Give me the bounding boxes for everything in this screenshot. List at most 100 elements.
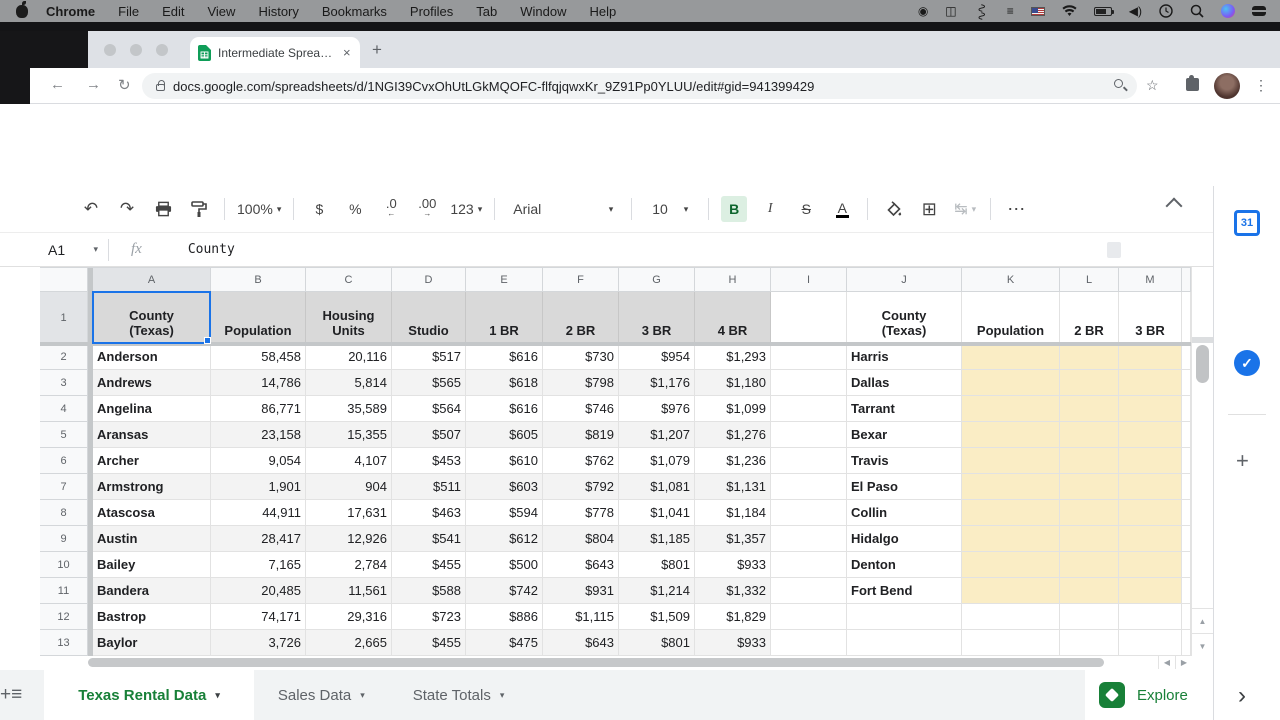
row-header-9[interactable]: 9 [40,526,88,552]
column-header-B[interactable]: B [211,268,306,292]
print-button[interactable] [150,196,176,222]
cell-J8[interactable]: Collin [847,500,962,526]
column-header-L[interactable]: L [1060,268,1119,292]
cell-G5[interactable]: $1,207 [619,422,695,448]
cell-K5[interactable] [962,422,1060,448]
cell-A9[interactable]: Austin [93,526,211,552]
window-close-button[interactable] [104,44,116,56]
column-header-J[interactable]: J [847,268,962,292]
menubar-item-help[interactable]: Help [590,4,617,19]
cell-G8[interactable]: $1,041 [619,500,695,526]
cell-K10[interactable] [962,552,1060,578]
cell-L9[interactable] [1060,526,1119,552]
cell-E4[interactable]: $616 [466,396,543,422]
spotlight-icon[interactable] [1190,4,1204,18]
cell-D7[interactable]: $511 [392,474,466,500]
cell-C12[interactable]: 29,316 [306,604,392,630]
explore-button[interactable]: Explore [1085,670,1213,720]
window-zoom-button[interactable] [156,44,168,56]
cell-L8[interactable] [1060,500,1119,526]
cell-C8[interactable]: 17,631 [306,500,392,526]
cell-L3[interactable] [1060,370,1119,396]
cell-K7[interactable] [962,474,1060,500]
menubar-item-bookmarks[interactable]: Bookmarks [322,4,387,19]
column-header-C[interactable]: C [306,268,392,292]
cell-B1[interactable]: Population [211,292,306,344]
menubar-item-view[interactable]: View [207,4,235,19]
row-header-7[interactable]: 7 [40,474,88,500]
paint-format-button[interactable] [186,196,212,222]
cell-C10[interactable]: 2,784 [306,552,392,578]
cell-D4[interactable]: $564 [392,396,466,422]
cell-K13[interactable] [962,630,1060,656]
cell-J3[interactable]: Dallas [847,370,962,396]
cell-K3[interactable] [962,370,1060,396]
zoom-page-icon[interactable] [1114,79,1123,88]
cell-B10[interactable]: 7,165 [211,552,306,578]
cell-B9[interactable]: 28,417 [211,526,306,552]
cell-F2[interactable]: $730 [543,344,619,370]
scroll-up-button[interactable]: ▲ [1192,608,1213,633]
cell-G6[interactable]: $1,079 [619,448,695,474]
cell-B11[interactable]: 20,485 [211,578,306,604]
menubar-item-window[interactable]: Window [520,4,566,19]
volume-icon[interactable]: ◀) [1129,5,1142,17]
cell-E8[interactable]: $594 [466,500,543,526]
cell-K9[interactable] [962,526,1060,552]
column-header-F[interactable]: F [543,268,619,292]
display-icon[interactable]: ◫ [945,5,956,17]
cell-A3[interactable]: Andrews [93,370,211,396]
cell-J12[interactable] [847,604,962,630]
cell-H6[interactable]: $1,236 [695,448,771,474]
cell-A13[interactable]: Baylor [93,630,211,656]
cell-F13[interactable]: $643 [543,630,619,656]
cell-A11[interactable]: Bandera [93,578,211,604]
scroll-right-button[interactable]: ▶ [1175,656,1192,669]
cell-G2[interactable]: $954 [619,344,695,370]
number-format-button[interactable]: 123▾ [450,196,482,222]
cell-M9[interactable] [1119,526,1182,552]
cell-B3[interactable]: 14,786 [211,370,306,396]
column-header-A[interactable]: A [93,268,211,292]
redo-button[interactable]: ↷ [114,196,140,222]
increase-decimals-button[interactable]: .00→ [414,196,440,222]
cell-J11[interactable]: Fort Bend [847,578,962,604]
cell-D13[interactable]: $455 [392,630,466,656]
italic-button[interactable]: I [757,196,783,222]
zoom-select[interactable]: 100%▾ [237,196,281,222]
cell-M10[interactable] [1119,552,1182,578]
menubar-item-history[interactable]: History [258,4,298,19]
name-box[interactable]: A1 ▾ [0,242,108,258]
cell-E9[interactable]: $612 [466,526,543,552]
clock-icon[interactable] [1159,4,1173,18]
cell-F11[interactable]: $931 [543,578,619,604]
cell-M4[interactable] [1119,396,1182,422]
cell-E13[interactable]: $475 [466,630,543,656]
cell-A7[interactable]: Armstrong [93,474,211,500]
menubar-item-profiles[interactable]: Profiles [410,4,453,19]
cell-D12[interactable]: $723 [392,604,466,630]
cell-C9[interactable]: 12,926 [306,526,392,552]
cell-A8[interactable]: Atascosa [93,500,211,526]
cell-E7[interactable]: $603 [466,474,543,500]
cell-B7[interactable]: 1,901 [211,474,306,500]
cell-A1[interactable]: County (Texas) [93,292,211,344]
cell-M11[interactable] [1119,578,1182,604]
cell-M6[interactable] [1119,448,1182,474]
wifi-icon[interactable] [1062,5,1077,17]
cell-G9[interactable]: $1,185 [619,526,695,552]
cell-F8[interactable]: $778 [543,500,619,526]
cell-L6[interactable] [1060,448,1119,474]
cell-K6[interactable] [962,448,1060,474]
cell-G12[interactable]: $1,509 [619,604,695,630]
cell-G4[interactable]: $976 [619,396,695,422]
cell-L7[interactable] [1060,474,1119,500]
row-header-3[interactable]: 3 [40,370,88,396]
sheet-tab-caret-icon[interactable]: ▾ [215,690,220,701]
cell-M3[interactable] [1119,370,1182,396]
horizontal-scrollbar[interactable]: ◀ ▶ [0,656,1213,669]
cell-D8[interactable]: $463 [392,500,466,526]
cell-D11[interactable]: $588 [392,578,466,604]
cell-E3[interactable]: $618 [466,370,543,396]
cell-C7[interactable]: 904 [306,474,392,500]
